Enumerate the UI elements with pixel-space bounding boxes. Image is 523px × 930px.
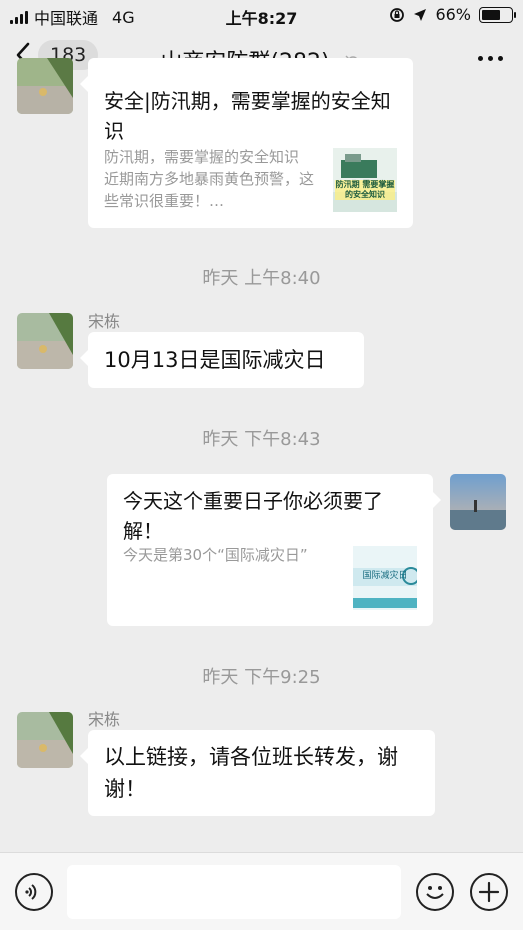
avatar[interactable] [17, 58, 73, 114]
card-thumbnail: 防汛期 需要掌握的安全知识 [333, 148, 397, 212]
timestamp: 昨天 下午9:25 [202, 667, 321, 688]
card-title: 安全|防汛期，需要掌握的安全知识 [104, 89, 391, 143]
add-button[interactable] [470, 873, 508, 911]
timestamp: 昨天 下午8:43 [202, 429, 321, 450]
status-right: 66% [389, 5, 516, 24]
card-thumbnail: 国际减灾日 [353, 546, 417, 610]
message-bubble[interactable]: 10月13日是国际减灾日 [80, 332, 364, 388]
message-text: 10月13日是国际减灾日 [104, 348, 326, 372]
lock-rotation-icon [390, 7, 405, 22]
emoji-icon [426, 886, 444, 899]
input-bar [0, 852, 523, 930]
link-card[interactable]: 今天这个重要日子你必须要了解！ 今天是第30个“国际减灾日” 国际减灾日 [107, 474, 441, 626]
card-description: 防汛期，需要掌握的安全知识 近期南方多地暴雨黄色预警，这些常识很重要！… [104, 148, 314, 210]
location-icon [414, 8, 427, 21]
voice-icon [25, 884, 37, 900]
sender-name: 宋栋 [88, 312, 121, 331]
avatar[interactable] [17, 712, 73, 768]
message-input[interactable] [67, 865, 401, 919]
timestamp: 昨天 上午8:40 [202, 268, 321, 289]
card-description: 今天是第30个“国际减灾日” [123, 546, 308, 564]
emoji-button[interactable] [416, 873, 454, 911]
message-bubble[interactable]: 以上链接，请各位班长转发，谢谢！ [80, 730, 435, 816]
message-text: 以上链接，请各位班长转发，谢谢！ [104, 745, 398, 801]
thumbnail-caption: 国际减灾日 [362, 571, 408, 581]
plus-icon [478, 881, 500, 903]
status-bar: 中国联通 4G 上午8:27 66% [0, 0, 523, 30]
voice-button[interactable] [15, 873, 53, 911]
self-avatar[interactable] [450, 474, 506, 530]
battery-percent: 66% [435, 5, 471, 24]
more-options-button[interactable] [478, 56, 503, 61]
thumbnail-caption: 防汛期 需要掌握的安全知识 [335, 180, 395, 200]
card-title: 今天这个重要日子你必须要了解！ [123, 489, 383, 543]
battery-icon [479, 6, 516, 23]
avatar[interactable] [17, 313, 73, 369]
sender-name: 宋栋 [88, 710, 121, 729]
link-card[interactable]: 安全|防汛期，需要掌握的安全知识 防汛期，需要掌握的安全知识 近期南方多地暴雨黄… [80, 58, 413, 228]
